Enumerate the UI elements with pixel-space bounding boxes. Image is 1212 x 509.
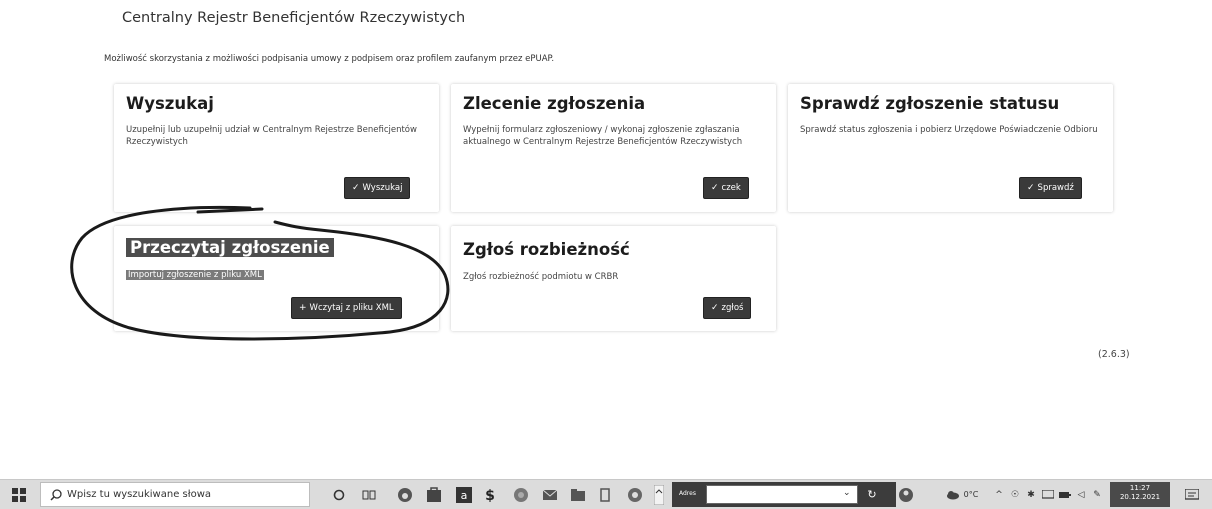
order-card-description: Wypełnij formularz zgłoszeniowy / wykona…	[463, 125, 743, 147]
display-icon	[1042, 489, 1054, 499]
tray-chevron-up[interactable]: ^	[992, 480, 1006, 509]
store-icon	[427, 486, 441, 502]
battery-icon	[1059, 491, 1071, 498]
check-icon: ✓	[1027, 183, 1035, 193]
chevron-down-icon[interactable]: ⌄	[843, 488, 851, 498]
check-icon: ✓	[352, 183, 360, 193]
account-icon	[899, 487, 913, 502]
taskbar-app-amazon[interactable]: a	[451, 480, 477, 509]
taskbar-app-mail[interactable]	[537, 480, 563, 509]
discrepancy-card-description: Zgłoś rozbieżność podmiotu w CRBR	[463, 272, 619, 282]
search-button[interactable]: ✓ Wyszukaj	[344, 177, 411, 199]
weather-temperature: 0°C	[963, 490, 979, 499]
windows-logo-icon	[12, 487, 26, 502]
taskbar-overflow-button[interactable]	[652, 480, 666, 509]
status-card-title: Sprawdź zgłoszenie statusu	[800, 94, 1060, 113]
address-input[interactable]: ⌄	[706, 485, 858, 504]
read-card-description: Importuj zgłoszenie z pliku XML	[126, 269, 426, 281]
clock-date: 20.12.2021	[1119, 493, 1161, 501]
chevron-up-icon	[654, 484, 664, 505]
taskbar-app-tray-avatar[interactable]	[893, 480, 919, 509]
taskbar-app-edge[interactable]	[392, 480, 418, 509]
chevron-up-icon: ^	[995, 489, 1003, 500]
report-discrepancy-button-label: zgłoś	[721, 303, 744, 313]
status-card-description: Sprawdź status zgłoszenia i pobierz Urzę…	[800, 125, 1098, 135]
app-version: (2.6.3)	[1098, 349, 1130, 360]
app-icon	[600, 487, 610, 502]
cortana-circle-icon	[333, 489, 345, 500]
notifications-button[interactable]	[1180, 480, 1204, 509]
task-view-icon	[362, 490, 376, 499]
notification-icon	[1185, 488, 1199, 500]
order-card-title: Zlecenie zgłoszenia	[463, 94, 646, 113]
search-card: Wyszukaj Uzupełnij lub uzupełnij udział …	[114, 84, 439, 212]
discrepancy-card: Zgłoś rozbieżność Zgłoś rozbieżność podm…	[451, 226, 776, 331]
page-title: Centralny Rejestr Beneficjentów Rzeczywi…	[122, 10, 466, 26]
edge-icon	[398, 487, 412, 502]
amazon-icon: a	[456, 486, 472, 503]
load-xml-button-label: Wczytaj z pliku XML	[309, 303, 394, 313]
taskbar-app-browser[interactable]	[508, 480, 534, 509]
order-card: Zlecenie zgłoszenia Wypełnij formularz z…	[451, 84, 776, 212]
taskbar: Wpisz tu wyszukiwane słowa a $ Adres ⌄ ↻	[0, 479, 1212, 509]
read-card-title-text: Przeczytaj zgłoszenie	[126, 238, 334, 257]
speaker-icon: ◁	[1077, 489, 1085, 500]
tray-bluetooth[interactable]: ✱	[1024, 480, 1038, 509]
clock-time: 11:27	[1129, 484, 1151, 492]
pen-icon: ✎	[1093, 489, 1101, 500]
status-check-button-label: Sprawdź	[1037, 183, 1074, 193]
taskbar-app-dollar[interactable]: $	[479, 480, 501, 509]
discrepancy-card-title: Zgłoś rozbieżność	[463, 240, 630, 259]
read-card-title: Przeczytaj zgłoszenie	[126, 238, 334, 257]
tray-battery[interactable]	[1058, 480, 1072, 509]
read-card: Przeczytaj zgłoszenie Importuj zgłoszeni…	[114, 226, 439, 331]
svg-text:$: $	[485, 488, 495, 503]
svg-text:a: a	[461, 489, 468, 502]
taskbar-app-misc[interactable]	[594, 480, 616, 509]
plus-icon: +	[299, 303, 307, 313]
clock[interactable]: 11:27 20.12.2021	[1110, 482, 1170, 507]
weather-widget[interactable]: 0°C	[936, 480, 988, 509]
order-button[interactable]: ✓ czek	[703, 177, 749, 199]
dollar-icon: $	[485, 488, 495, 503]
browser-icon	[514, 487, 528, 502]
address-label: Adres	[679, 490, 696, 497]
address-refresh-button[interactable]: ↻	[862, 480, 882, 509]
taskbar-app-store[interactable]	[421, 480, 447, 509]
folder-icon	[571, 488, 585, 501]
task-view-button[interactable]	[358, 480, 380, 509]
report-discrepancy-button[interactable]: ✓ zgłoś	[703, 297, 752, 319]
cloud-icon	[946, 490, 959, 499]
taskbar-search-box[interactable]: Wpisz tu wyszukiwane słowa	[40, 482, 310, 507]
check-icon: ✓	[711, 303, 719, 313]
refresh-icon: ↻	[867, 488, 877, 501]
tray-volume[interactable]: ◁	[1074, 480, 1088, 509]
status-card: Sprawdź zgłoszenie statusu Sprawdź statu…	[788, 84, 1113, 212]
tray-network-icon[interactable]: ☉	[1008, 480, 1022, 509]
info-text: Możliwość skorzystania z możliwości podp…	[104, 54, 555, 64]
read-card-description-text: Importuj zgłoszenie z pliku XML	[126, 270, 264, 280]
order-button-label: czek	[721, 183, 741, 193]
start-button[interactable]	[6, 480, 32, 509]
mail-icon	[542, 489, 558, 500]
tray-display[interactable]	[1040, 480, 1056, 509]
taskbar-app-chrome[interactable]	[622, 480, 648, 509]
bluetooth-icon: ✱	[1027, 489, 1035, 500]
chrome-icon	[628, 487, 642, 502]
tray-language[interactable]: ✎	[1090, 480, 1104, 509]
search-card-title: Wyszukaj	[126, 94, 214, 113]
search-button-label: Wyszukaj	[362, 183, 403, 193]
taskbar-app-explorer[interactable]	[565, 480, 591, 509]
status-check-button[interactable]: ✓ Sprawdź	[1019, 177, 1082, 199]
taskbar-search-placeholder: Wpisz tu wyszukiwane słowa	[67, 489, 212, 500]
load-xml-button[interactable]: + Wczytaj z pliku XML	[291, 297, 402, 319]
network-icon: ☉	[1010, 489, 1020, 500]
search-card-description: Uzupełnij lub uzupełnij udział w Central…	[126, 125, 417, 147]
search-icon	[50, 489, 62, 501]
check-icon: ✓	[711, 183, 719, 193]
cortana-button[interactable]	[328, 480, 350, 509]
